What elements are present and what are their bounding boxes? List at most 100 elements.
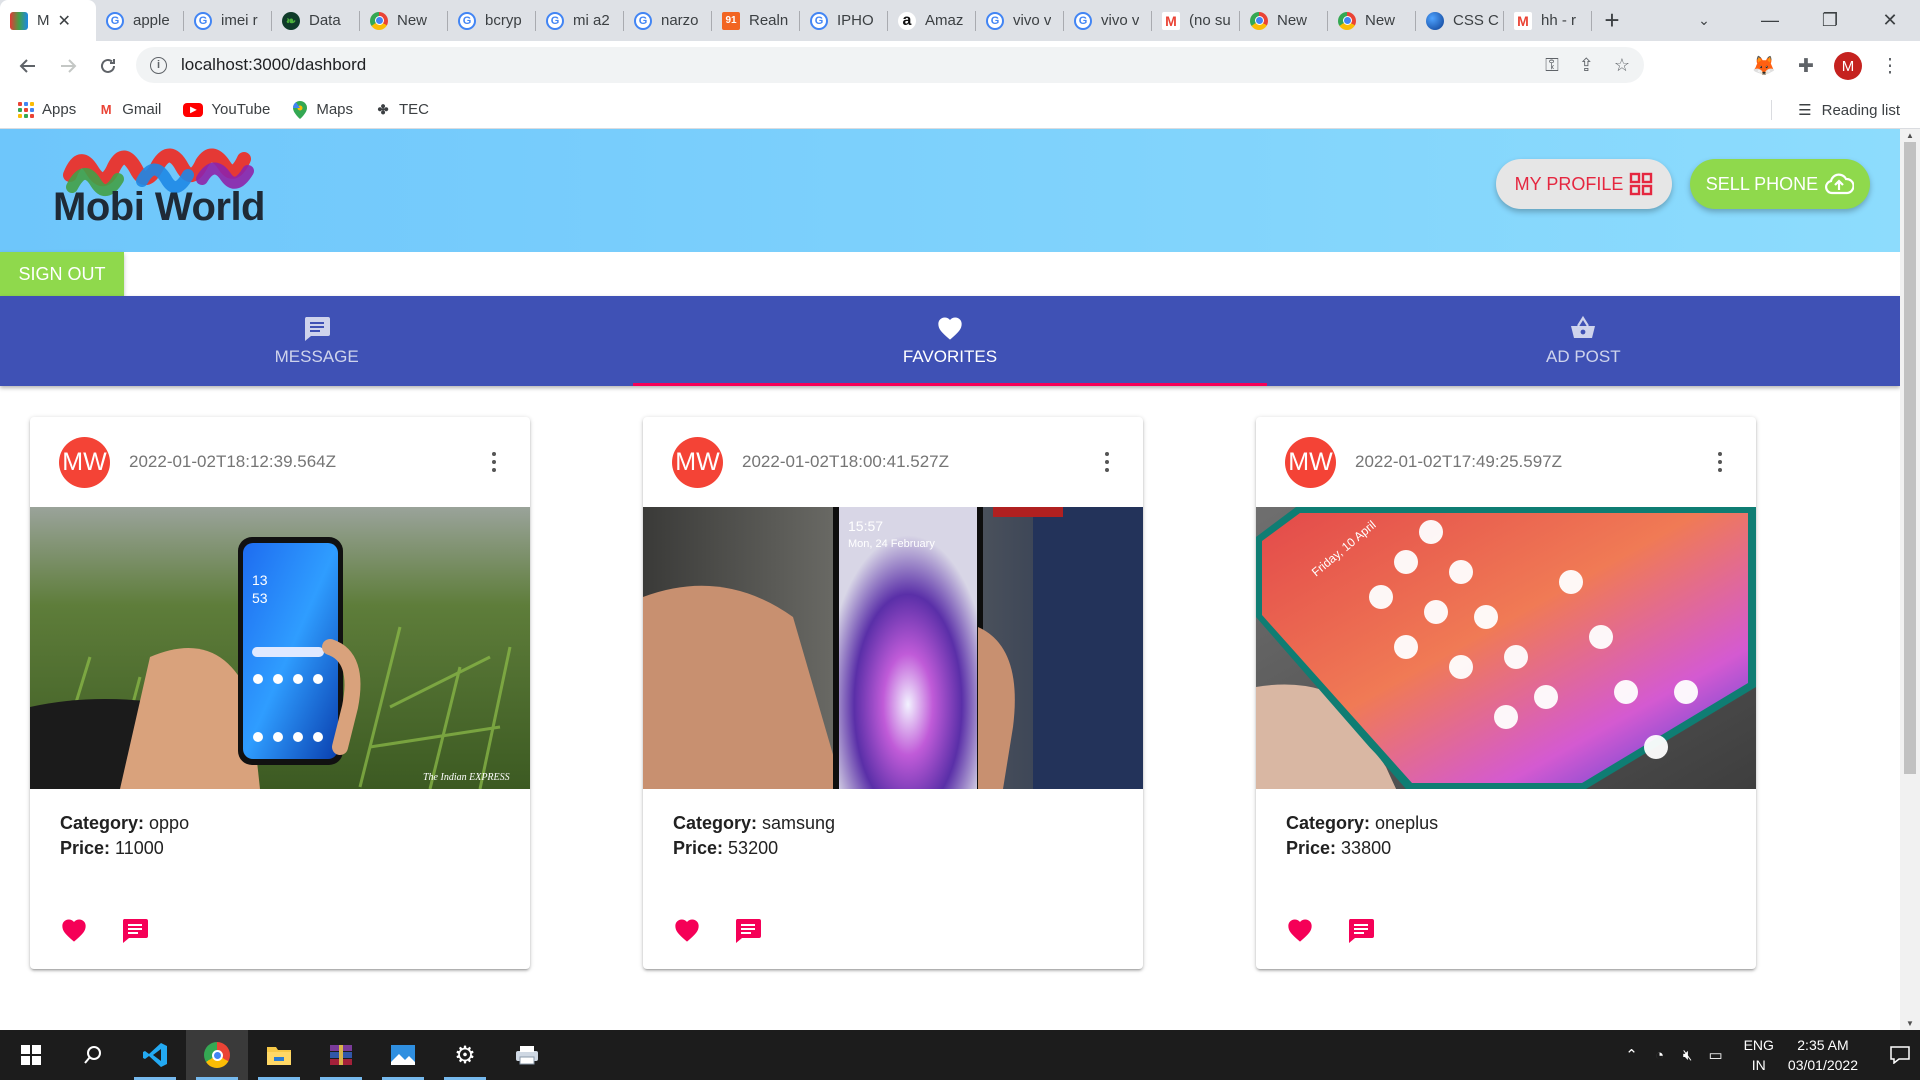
- phone-card: MW 2022-01-02T18:12:39.564Z 13 53 The In…: [30, 417, 530, 969]
- chat-message-icon[interactable]: [1347, 917, 1375, 943]
- taskbar-photos[interactable]: [372, 1030, 434, 1080]
- input-language[interactable]: ENG IN: [1744, 1035, 1774, 1075]
- sell-phone-button[interactable]: SELL PHONE: [1690, 159, 1870, 209]
- browser-tab[interactable]: New: [360, 0, 448, 41]
- taskbar-vscode[interactable]: [124, 1030, 186, 1080]
- bookmark-label: Apps: [42, 101, 77, 118]
- chat-message-icon[interactable]: [121, 917, 149, 943]
- page-scrollbar[interactable]: ▲ ▼: [1900, 129, 1920, 1030]
- browser-tab[interactable]: Gmi a2: [536, 0, 624, 41]
- taskbar-search[interactable]: [62, 1030, 124, 1080]
- taskbar-printer[interactable]: [496, 1030, 558, 1080]
- favorite-heart-icon[interactable]: [1286, 917, 1314, 943]
- settings-icon: ⚙: [454, 1041, 476, 1069]
- window-controls: — ❐ ✕: [1740, 0, 1920, 41]
- card-details: Category: oppo Price: 11000: [60, 811, 189, 861]
- bookmark-tec[interactable]: ✤ TEC: [375, 101, 429, 118]
- back-button[interactable]: [8, 46, 48, 86]
- browser-tab-active[interactable]: M ✕: [0, 0, 96, 41]
- clock[interactable]: 2:35 AM 03/01/2022: [1788, 1035, 1858, 1075]
- browser-tab[interactable]: Gvivo v: [1064, 0, 1152, 41]
- scrollbar-thumb[interactable]: [1904, 142, 1916, 774]
- metamask-fox-icon[interactable]: 🦊: [1750, 52, 1778, 80]
- browser-tab[interactable]: M (no su: [1152, 0, 1240, 41]
- url-text[interactable]: localhost:3000/dashbord: [181, 55, 366, 75]
- key-icon[interactable]: ⚿: [1545, 55, 1559, 76]
- taskbar-file-explorer[interactable]: [248, 1030, 310, 1080]
- tab-favorites[interactable]: FAVORITES: [633, 296, 1267, 386]
- notification-center-icon[interactable]: [1880, 1046, 1920, 1064]
- bookmark-label: TEC: [399, 101, 430, 118]
- tab-title: apple: [133, 12, 170, 29]
- profile-avatar[interactable]: M: [1834, 52, 1862, 80]
- browser-tab[interactable]: Mhh - r: [1504, 0, 1592, 41]
- bookmark-maps[interactable]: Maps: [292, 100, 354, 119]
- browser-tab[interactable]: New: [1328, 0, 1416, 41]
- browser-tab[interactable]: ❧ Data: [272, 0, 360, 41]
- favorite-heart-icon[interactable]: [673, 917, 701, 943]
- tab-title: Realn: [749, 12, 789, 29]
- close-tab-icon[interactable]: ✕: [58, 11, 71, 31]
- category-value: samsung: [762, 813, 836, 833]
- favorite-heart-icon[interactable]: [60, 917, 88, 943]
- browser-tab[interactable]: a Amaz: [888, 0, 976, 41]
- tab-message[interactable]: MESSAGE: [0, 296, 633, 386]
- new-tab-button[interactable]: +: [1592, 0, 1632, 41]
- google-icon: G: [106, 11, 124, 30]
- taskbar-winrar[interactable]: [310, 1030, 372, 1080]
- browser-tab[interactable]: 91 Realn: [712, 0, 800, 41]
- wifi-icon[interactable]: ◔: [1646, 1047, 1674, 1064]
- address-bar[interactable]: i localhost:3000/dashbord ⚿ ⇪ ☆: [136, 47, 1644, 83]
- share-icon[interactable]: ⇪: [1579, 55, 1594, 76]
- bookmark-gmail[interactable]: M Gmail: [98, 101, 162, 118]
- bookmark-star-icon[interactable]: ☆: [1614, 55, 1630, 76]
- bookmark-youtube[interactable]: ▶ YouTube: [183, 101, 270, 118]
- sign-out-button[interactable]: SIGN OUT: [0, 252, 124, 296]
- browser-tab[interactable]: G IPHO: [800, 0, 888, 41]
- tab-ad-post[interactable]: AD POST: [1267, 296, 1900, 386]
- browser-tab[interactable]: Gvivo v: [976, 0, 1064, 41]
- taskbar-chrome[interactable]: [186, 1030, 248, 1080]
- screen-date: Mon, 24 February: [848, 538, 935, 550]
- tab-search-chevron-icon[interactable]: ⌄: [1684, 0, 1724, 41]
- basket-icon: [1571, 315, 1596, 338]
- browser-tab[interactable]: Gnarzo: [624, 0, 712, 41]
- windows-start-button[interactable]: [0, 1030, 62, 1080]
- reading-list-button[interactable]: ☰ Reading list: [1798, 91, 1900, 129]
- battery-icon[interactable]: ▭: [1702, 1046, 1730, 1064]
- google-icon: G: [1074, 11, 1092, 30]
- restore-button[interactable]: ❐: [1800, 0, 1860, 41]
- more-options-icon[interactable]: [1097, 447, 1117, 477]
- scroll-down-arrow-icon[interactable]: ▼: [1900, 1017, 1920, 1030]
- browser-tab[interactable]: Gbcryp: [448, 0, 536, 41]
- browser-tab[interactable]: Gapple: [96, 0, 184, 41]
- bookmark-apps[interactable]: Apps: [18, 101, 76, 118]
- more-options-icon[interactable]: [1710, 447, 1730, 477]
- browser-tab[interactable]: CSS C: [1416, 0, 1504, 41]
- svg-text:53: 53: [252, 590, 268, 606]
- speaker-muted-icon[interactable]: 🔇︎: [1674, 1047, 1702, 1064]
- my-profile-button[interactable]: MY PROFILE: [1496, 159, 1672, 209]
- system-tray: ⌃ ◔ 🔇︎ ▭ ENG IN 2:35 AM 03/01/2022: [1618, 1030, 1920, 1080]
- tab-favorites-label: FAVORITES: [902, 347, 998, 366]
- minimize-button[interactable]: —: [1740, 0, 1800, 41]
- browser-tab[interactable]: Gimei r: [184, 0, 272, 41]
- site-info-icon[interactable]: i: [150, 56, 167, 74]
- winrar-icon: [330, 1045, 352, 1065]
- scroll-up-arrow-icon[interactable]: ▲: [1900, 129, 1920, 142]
- chat-message-icon[interactable]: [734, 917, 762, 943]
- chrome-icon: [1250, 11, 1268, 30]
- taskbar-settings[interactable]: ⚙: [434, 1030, 496, 1080]
- bookmark-label: Maps: [316, 101, 354, 118]
- more-options-icon[interactable]: [484, 447, 504, 477]
- region-code: IN: [1751, 1057, 1766, 1073]
- browser-tab[interactable]: New: [1240, 0, 1328, 41]
- chrome-menu-icon[interactable]: ⋮: [1876, 52, 1904, 80]
- forward-button[interactable]: [48, 46, 88, 86]
- reload-button[interactable]: [88, 46, 128, 86]
- close-window-button[interactable]: ✕: [1860, 0, 1920, 41]
- extensions-puzzle-icon[interactable]: ✚: [1792, 52, 1820, 80]
- show-hidden-icons-chevron-icon[interactable]: ⌃: [1618, 1046, 1646, 1064]
- gmail-icon: M: [1514, 11, 1532, 30]
- cloud-upload-icon: [1825, 173, 1855, 195]
